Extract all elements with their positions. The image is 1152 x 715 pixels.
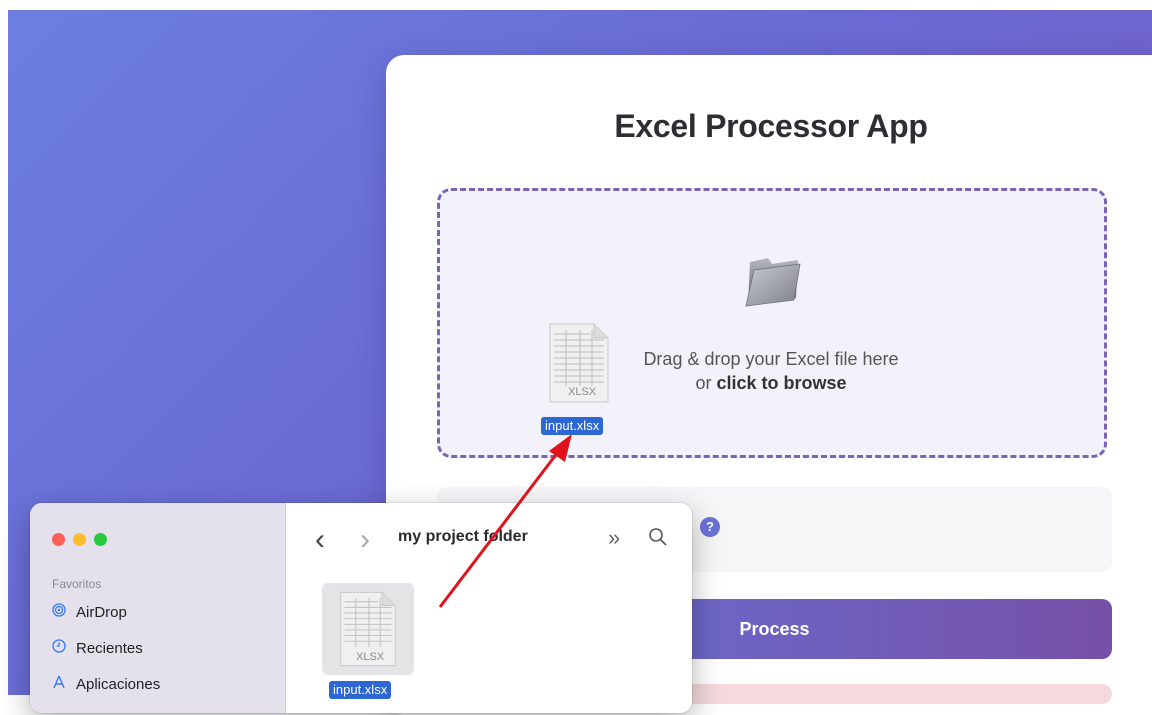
close-window-button[interactable] <box>52 533 65 546</box>
folder-icon <box>745 258 801 307</box>
sidebar-item-label: Recientes <box>76 640 143 657</box>
clock-icon <box>52 639 68 659</box>
drop-text-browse-line: or click to browse <box>606 371 936 395</box>
zoom-window-button[interactable] <box>94 533 107 546</box>
drop-text-line: Drag & drop your Excel file here <box>643 349 899 369</box>
search-button[interactable] <box>648 527 668 553</box>
minimize-window-button[interactable] <box>73 533 86 546</box>
forward-button[interactable]: › <box>360 523 370 557</box>
help-icon[interactable]: ? <box>700 517 720 537</box>
drop-text-or: or <box>695 373 717 393</box>
back-button[interactable]: ‹ <box>315 523 325 557</box>
more-toolbar-button[interactable]: » <box>608 525 620 551</box>
file-name: input.xlsx <box>329 681 392 699</box>
dragged-file-name: input.xlsx <box>541 417 604 435</box>
browse-link[interactable]: click to browse <box>716 373 846 393</box>
dragged-file-type-label: XLSX <box>568 386 597 398</box>
sidebar-item-recientes[interactable]: Recientes <box>52 639 143 659</box>
sidebar-item-label: AirDrop <box>76 604 127 621</box>
finder-window: Favoritos AirDrop Recientes Aplicaciones… <box>30 503 692 713</box>
file-type-label: XLSX <box>356 651 385 663</box>
folder-title: my project folder <box>398 528 528 545</box>
search-icon <box>649 528 667 546</box>
sidebar-item-aplicaciones[interactable]: Aplicaciones <box>52 675 160 695</box>
airdrop-icon <box>52 603 68 623</box>
finder-sidebar: Favoritos AirDrop Recientes Aplicaciones <box>30 503 286 713</box>
sidebar-item-label: Aplicaciones <box>76 676 161 693</box>
file-drop-zone[interactable] <box>437 188 1107 458</box>
applications-icon <box>52 675 68 695</box>
file-item[interactable]: XLSX <box>322 583 414 675</box>
page-title: Excel Processor App <box>614 108 928 144</box>
drop-instructions: Drag & drop your Excel file here or clic… <box>606 347 936 395</box>
sidebar-section-title: Favoritos <box>52 577 102 591</box>
sidebar-item-airdrop[interactable]: AirDrop <box>52 603 127 623</box>
